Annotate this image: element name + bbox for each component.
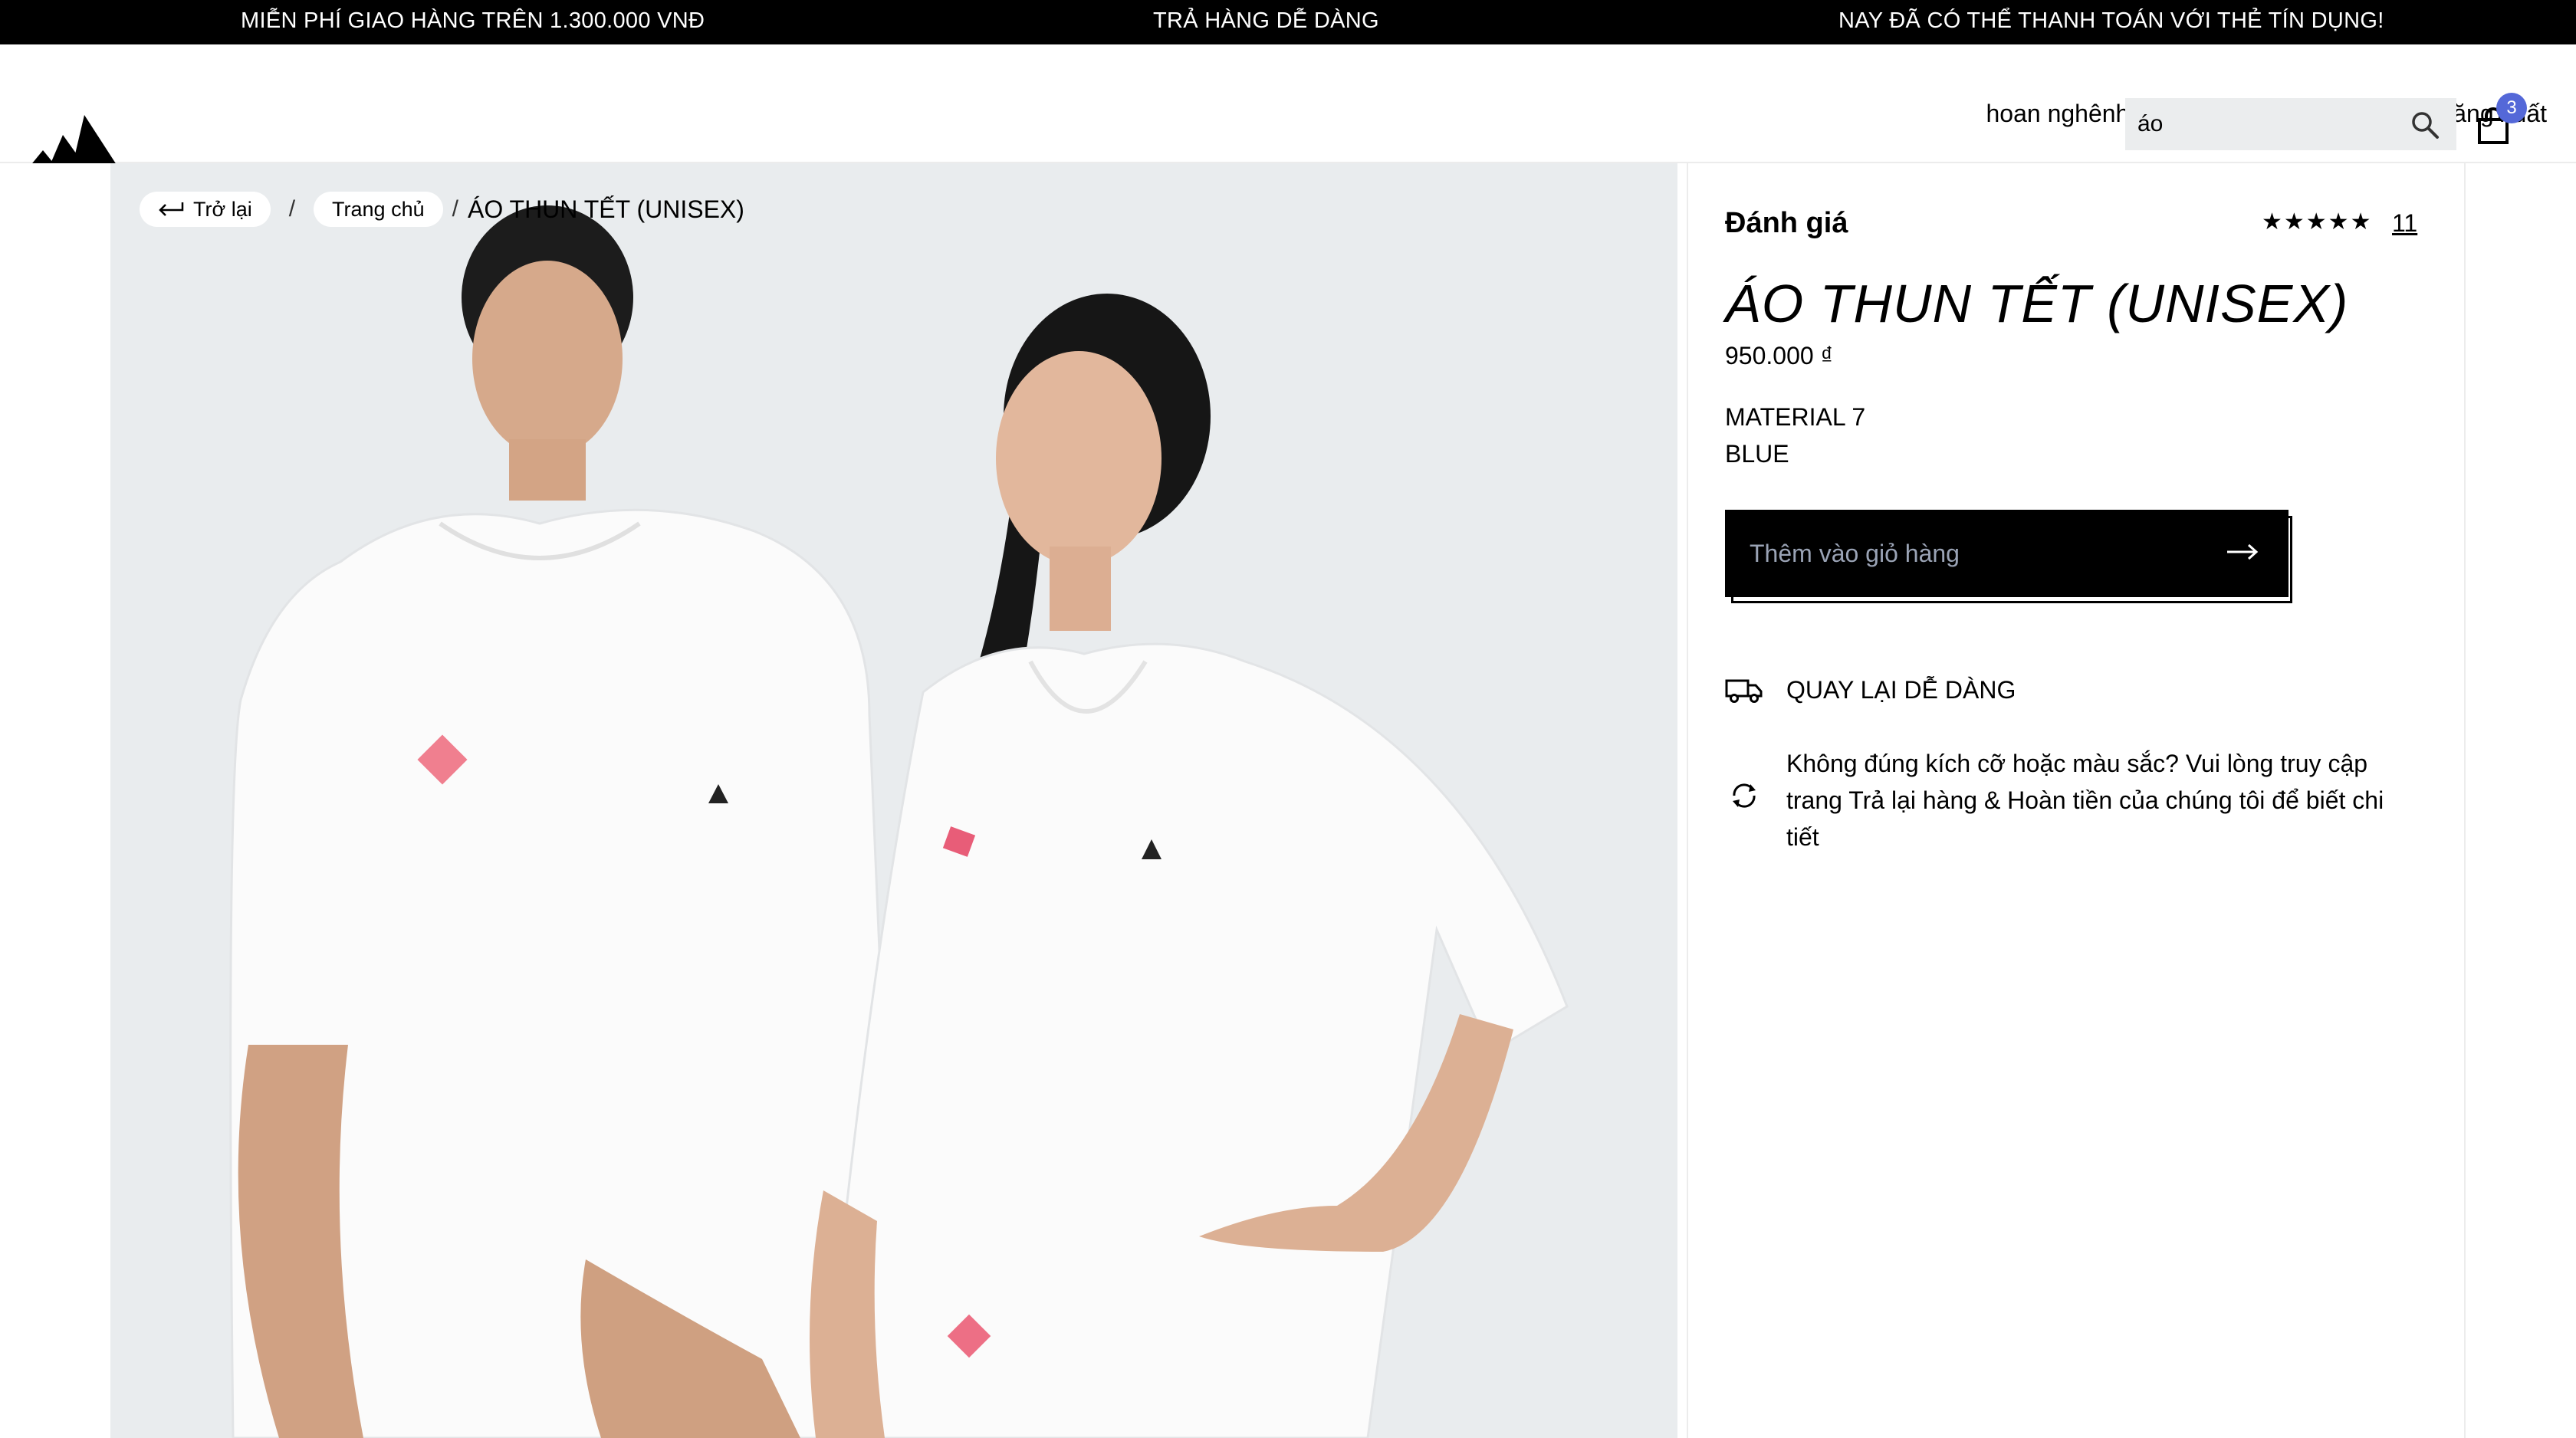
- product-title: ÁO THUN TẾT (UNISEX): [1725, 274, 2349, 333]
- breadcrumb-current: ÁO THUN TẾT (UNISEX): [467, 195, 744, 223]
- back-label: Trở lại: [193, 197, 252, 221]
- product-photo-models: [229, 205, 1569, 1438]
- product-image[interactable]: [110, 163, 1677, 1438]
- cart-count-badge: 3: [2496, 93, 2527, 123]
- announcement-bar: MIỄN PHÍ GIAO HÀNG TRÊN 1.300.000 VNĐ TR…: [0, 0, 2576, 44]
- product-color: BLUE: [1725, 440, 1789, 468]
- page-right-margin: [2466, 163, 2576, 1438]
- feature-return-policy: Không đúng kích cỡ hoặc màu sắc? Vui lòn…: [1725, 745, 2438, 860]
- home-label: Trang chủ: [332, 197, 425, 221]
- feature-easy-returns-text: QUAY LẠI DỄ DÀNG: [1786, 676, 2016, 704]
- breadcrumb: Trở lại / Trang chủ / ÁO THUN TẾT (UNISE…: [140, 190, 744, 228]
- feature-return-policy-text[interactable]: Không đúng kích cỡ hoặc màu sắc? Vui lòn…: [1786, 745, 2415, 855]
- page-left-margin: [0, 163, 110, 1438]
- breadcrumb-separator: /: [288, 196, 296, 222]
- refresh-icon: [1733, 783, 1756, 808]
- announcement-free-shipping: MIỄN PHÍ GIAO HÀNG TRÊN 1.300.000 VNĐ: [241, 8, 705, 33]
- delivery-truck-icon: [1725, 679, 1763, 703]
- product-price: 950.000 ₫: [1725, 342, 1833, 369]
- model-face-left: [472, 261, 623, 457]
- model-face-right: [996, 351, 1162, 566]
- search-icon[interactable]: [2410, 110, 2440, 140]
- announcement-easy-returns: TRẢ HÀNG DỄ DÀNG: [1153, 8, 1379, 33]
- arrow-right-icon: [2227, 543, 2259, 560]
- search-box: [2125, 98, 2456, 150]
- breadcrumb-home[interactable]: Trang chủ: [314, 192, 443, 227]
- breadcrumb-separator: /: [452, 196, 458, 222]
- product-material: MATERIAL 7: [1725, 403, 1866, 431]
- announcement-credit-card: NAY ĐÃ CÓ THỂ THANH TOÁN VỚI THẺ TÍN DỤN…: [1838, 8, 2384, 33]
- rating-count-link[interactable]: 11: [2392, 209, 2417, 238]
- feature-easy-returns: QUAY LẠI DỄ DÀNG: [1725, 671, 2415, 710]
- back-arrow-icon: [159, 202, 184, 216]
- rating-stars-icon: ★★★★★: [2262, 209, 2373, 235]
- add-to-cart-label: Thêm vào giỏ hàng: [1750, 539, 1960, 567]
- rating-label: Đánh giá: [1725, 207, 1848, 239]
- add-to-cart-button[interactable]: Thêm vào giỏ hàng: [1725, 510, 2288, 597]
- back-link[interactable]: Trở lại: [140, 192, 271, 227]
- search-input[interactable]: [2137, 98, 2390, 150]
